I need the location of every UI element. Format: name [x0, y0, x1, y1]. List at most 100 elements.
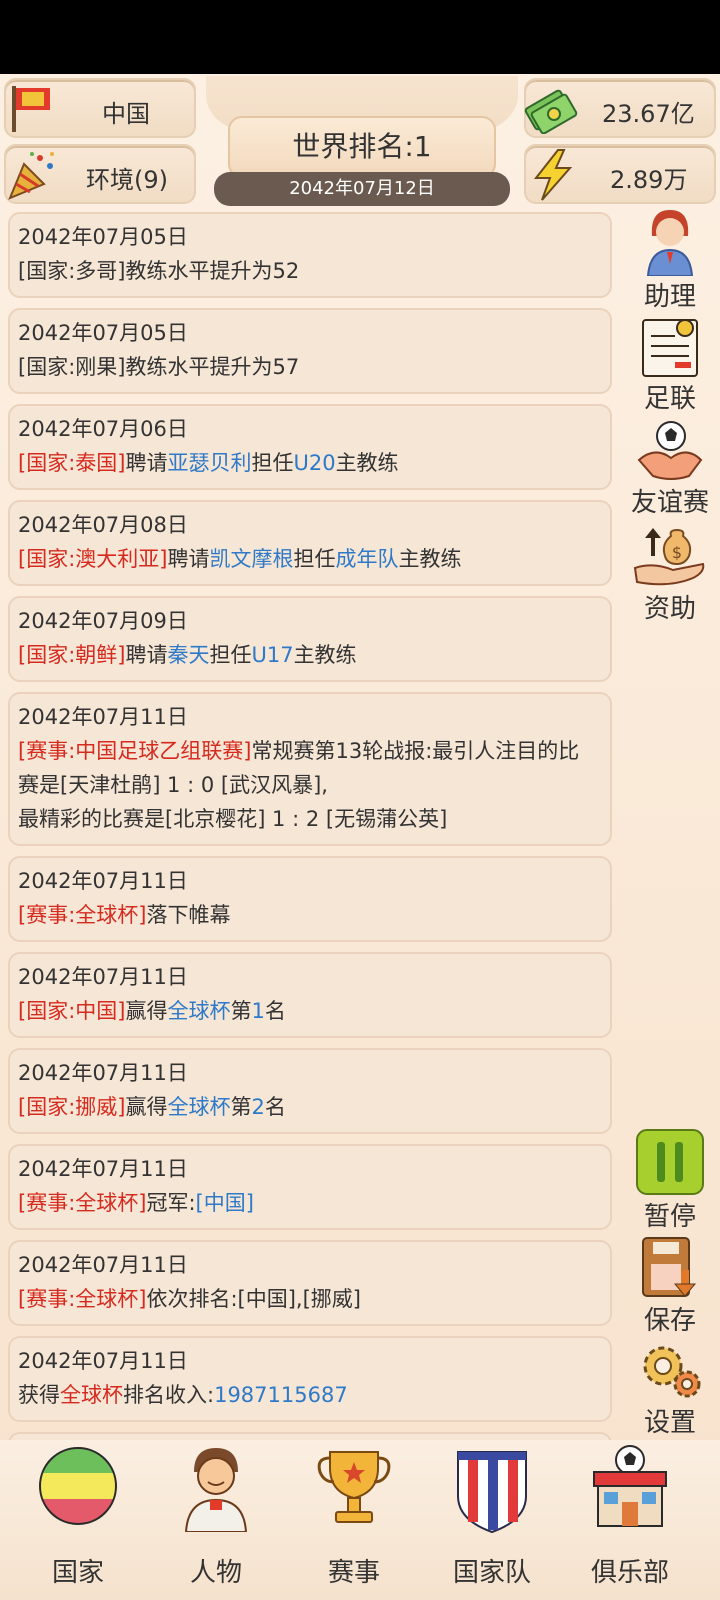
save-button[interactable]: 保存	[620, 1236, 720, 1337]
flag-icon	[12, 86, 50, 132]
log-text: 赢得	[125, 1095, 168, 1119]
log-highlight[interactable]: 1	[251, 999, 264, 1023]
log-text: 担任	[251, 451, 294, 475]
log-highlight[interactable]: [国家:挪威]	[18, 1095, 125, 1119]
log-date: 2042年07月11日	[18, 869, 188, 893]
log-message: [国家:澳大利亚]聘请凯文摩根担任成年队主教练	[18, 542, 600, 576]
log-highlight[interactable]: [国家:澳大利亚]	[18, 547, 167, 571]
log-text: 落下帷幕	[146, 903, 231, 927]
nav-club-label: 俱乐部	[590, 1558, 669, 1588]
log-highlight[interactable]: [国家:中国]	[18, 999, 125, 1023]
log-text: 名	[264, 1095, 286, 1119]
log-highlight[interactable]: 全球杯	[60, 1383, 123, 1407]
log-entry: 2042年07月06日 [国家:泰国]聘请亚瑟贝利担任U20主教练	[8, 404, 612, 490]
pause-button[interactable]: 暂停	[620, 1128, 720, 1233]
log-highlight[interactable]: 全球杯	[167, 999, 230, 1023]
log-highlight[interactable]: [国家:泰国]	[18, 451, 125, 475]
log-entry: 2042年07月09日 [国家:朝鲜]聘请秦天担任U17主教练	[8, 596, 612, 682]
sponsor-button[interactable]: $ 资助	[620, 526, 720, 625]
environment-label: 环境(9)	[86, 166, 168, 194]
nav-national-team-label: 国家队	[452, 1558, 531, 1588]
news-log-list[interactable]: 2042年07月05日 [国家:多哥]教练水平提升为52 2042年07月05日 [国…	[8, 212, 612, 1596]
energy-panel[interactable]: 2.89万	[524, 144, 716, 204]
world-rank-banner: 世界排名:1 2042年07月12日	[206, 76, 518, 210]
nav-person-label: 人物	[189, 1558, 242, 1588]
trophy-icon	[317, 1451, 391, 1523]
log-highlight[interactable]: [中国]	[196, 1191, 254, 1215]
log-message: 获得全球杯排名收入:1987115687	[18, 1378, 600, 1412]
log-text: 赢得	[125, 999, 168, 1023]
log-highlight[interactable]: 1987115687	[214, 1383, 348, 1407]
pause-icon	[636, 1129, 704, 1195]
world-rank-label: 世界排名:1	[228, 116, 496, 178]
pause-label: 暂停	[643, 1202, 696, 1232]
log-date: 2042年07月11日	[18, 965, 188, 989]
log-date: 2042年07月11日	[18, 705, 188, 729]
log-entry: 2042年07月11日 [国家:挪威]赢得全球杯第2名	[8, 1048, 612, 1134]
log-text: 聘请	[125, 451, 168, 475]
nav-events-label: 赛事	[327, 1558, 380, 1588]
log-text: 主教练	[398, 547, 462, 571]
log-highlight[interactable]: 秦天	[167, 643, 209, 667]
environment-panel[interactable]: 环境(9)	[4, 144, 196, 204]
person-icon	[184, 1448, 248, 1532]
log-highlight[interactable]: U17	[251, 643, 293, 667]
log-highlight[interactable]: [国家:朝鲜]	[18, 643, 125, 667]
log-date: 2042年07月11日	[18, 1253, 188, 1277]
nav-country-label: 国家	[51, 1558, 104, 1588]
log-text: 主教练	[293, 643, 357, 667]
country-panel[interactable]: 中国	[4, 78, 196, 138]
log-entry: 2042年07月05日 [国家:刚果]教练水平提升为57	[8, 308, 612, 394]
league-button[interactable]: 足联	[620, 316, 720, 415]
log-message: [赛事:全球杯]冠军:[中国]	[18, 1186, 600, 1220]
sponsor-label: 资助	[643, 594, 696, 624]
league-label: 足联	[643, 384, 696, 414]
log-message: [国家:多哥]教练水平提升为52	[18, 254, 600, 288]
log-date: 2042年07月09日	[18, 609, 188, 633]
log-message: [国家:刚果]教练水平提升为57	[18, 350, 600, 384]
log-highlight[interactable]: 2	[251, 1095, 264, 1119]
status-bar	[0, 0, 720, 74]
log-highlight[interactable]: U20	[293, 451, 335, 475]
log-highlight[interactable]: [赛事:全球杯]	[18, 903, 146, 927]
log-date: 2042年07月05日	[18, 321, 188, 345]
log-message: [赛事:中国足球乙组联赛]常规赛第13轮战报:最引人注目的比赛是[天津杜鹃] 1…	[18, 734, 600, 836]
log-entry: 2042年07月11日 [国家:中国]赢得全球杯第1名	[8, 952, 612, 1038]
settings-button[interactable]: 设置	[620, 1338, 720, 1439]
club-building-icon	[593, 1445, 667, 1527]
log-entry: 2042年07月11日 [赛事:全球杯]依次排名:[中国],[挪威]	[8, 1240, 612, 1326]
friendly-label: 友谊赛	[630, 488, 709, 518]
settings-label: 设置	[643, 1408, 696, 1438]
log-highlight[interactable]: [赛事:全球杯]	[18, 1191, 146, 1215]
gear-icon	[643, 1346, 701, 1398]
log-highlight[interactable]: 全球杯	[167, 1095, 230, 1119]
log-highlight[interactable]: 成年队	[335, 547, 398, 571]
log-text: 排名收入:	[123, 1383, 215, 1407]
log-date: 2042年07月05日	[18, 225, 188, 249]
log-highlight[interactable]: [赛事:全球杯]	[18, 1287, 146, 1311]
assistant-button[interactable]: 助理	[620, 206, 720, 313]
friendly-match-button[interactable]: 友谊赛	[620, 420, 720, 519]
log-highlight[interactable]: 凯文摩根	[209, 547, 293, 571]
log-message: [国家:泰国]聘请亚瑟贝利担任U20主教练	[18, 446, 600, 480]
log-entry: 2042年07月11日 [赛事:全球杯]落下帷幕	[8, 856, 612, 942]
log-text: [国家:多哥]教练水平提升为52	[18, 259, 300, 283]
log-entry: 2042年07月11日 [赛事:中国足球乙组联赛]常规赛第13轮战报:最引人注目的…	[8, 692, 612, 846]
current-date: 2042年07月12日	[214, 172, 510, 206]
handshake-ball-icon	[637, 421, 703, 480]
country-name: 中国	[102, 100, 150, 128]
assistant-icon	[646, 210, 694, 276]
log-text: 获得	[18, 1383, 60, 1407]
log-highlight[interactable]: [赛事:中国足球乙组联赛]	[18, 739, 251, 763]
log-text: 第	[230, 999, 252, 1023]
money-panel[interactable]: 23.67亿	[524, 78, 716, 138]
save-icon	[642, 1237, 697, 1297]
save-label: 保存	[643, 1306, 696, 1336]
document-icon	[642, 319, 698, 377]
log-text: 最精彩的比赛是[北京樱花] 1 : 2 [无锡蒲公英]	[18, 807, 448, 831]
log-text: 冠军:	[146, 1191, 196, 1215]
log-highlight[interactable]: 亚瑟贝利	[167, 451, 251, 475]
log-text: 主教练	[335, 451, 399, 475]
log-message: [赛事:全球杯]落下帷幕	[18, 898, 600, 932]
bottom-navigation: 国家 人物 赛事 国家队 俱乐部	[0, 1440, 720, 1600]
